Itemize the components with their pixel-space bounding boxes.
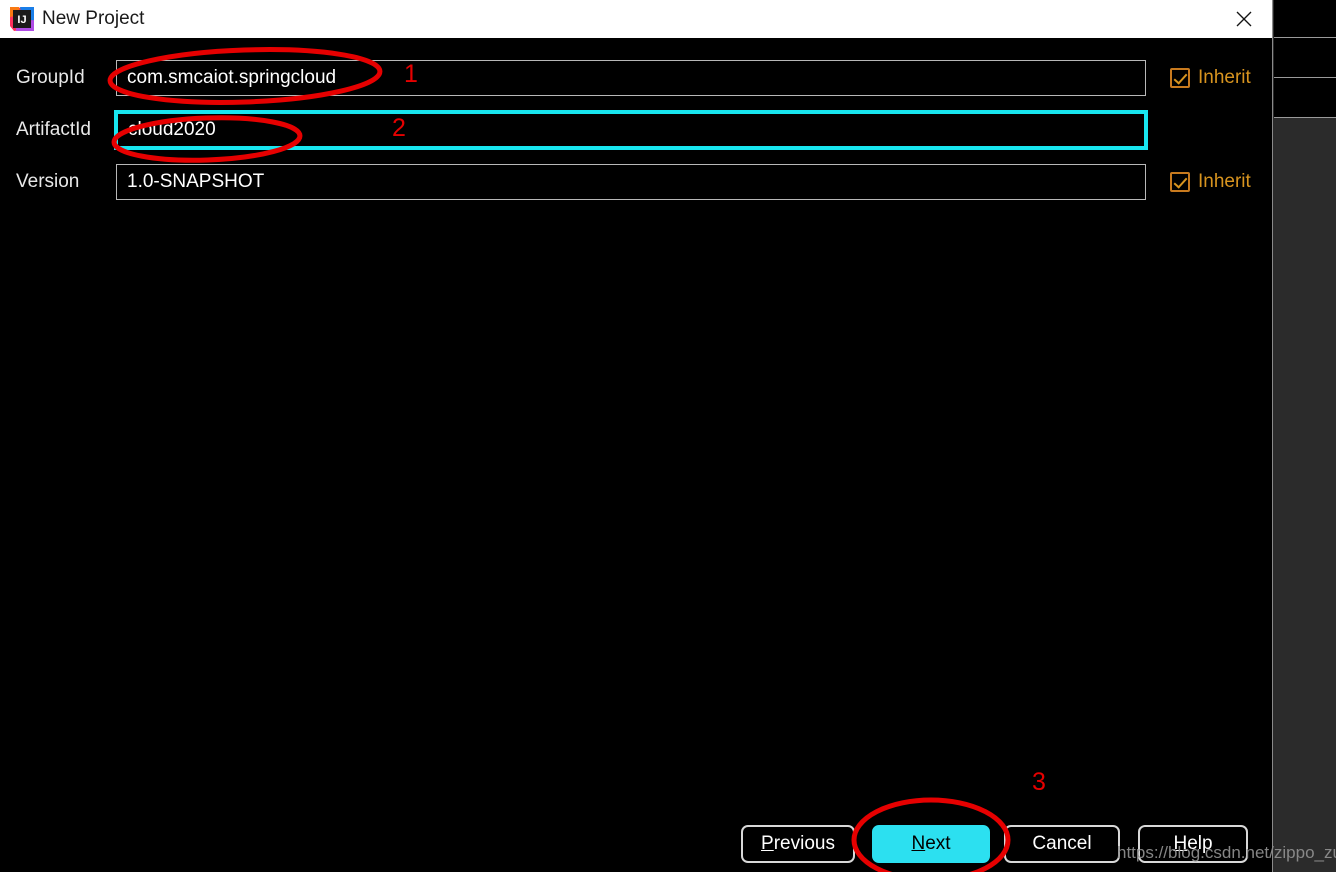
form-row-artifactid: ArtifactId (0, 110, 1272, 150)
dialog-title: New Project (42, 8, 145, 29)
artifactid-label: ArtifactId (16, 119, 91, 140)
cancel-button[interactable]: Cancel (1004, 825, 1120, 863)
screenshot-root: IJ New Project GroupId Inherit (0, 0, 1336, 872)
next-button[interactable]: Next (872, 825, 990, 863)
new-project-dialog: IJ New Project GroupId Inherit (0, 0, 1272, 872)
background-panel-row-1 (1274, 0, 1336, 38)
groupid-inherit-checkbox[interactable]: Inherit (1170, 61, 1251, 95)
dialog-edge-separator (1272, 0, 1273, 872)
groupid-label: GroupId (16, 67, 85, 88)
maven-coordinates-form: GroupId Inherit ArtifactId Version Inher… (0, 40, 1272, 830)
groupid-inherit-label: Inherit (1198, 67, 1251, 88)
version-input[interactable] (116, 164, 1146, 200)
next-mnemonic: N (911, 833, 926, 854)
background-panel-row-2 (1274, 38, 1336, 78)
annotation-marker-1: 1 (404, 60, 418, 88)
previous-mnemonic: P (761, 833, 774, 854)
previous-label: revious (773, 833, 835, 854)
background-ide-window (1272, 0, 1336, 872)
watermark-text: https://blog.csdn.net/zippo_zu (1117, 843, 1336, 862)
cancel-label: Cancel (1032, 833, 1092, 854)
artifactid-input[interactable] (114, 110, 1148, 150)
version-inherit-label: Inherit (1198, 171, 1251, 192)
background-panel-row-3 (1274, 78, 1336, 118)
intellij-idea-icon: IJ (10, 7, 34, 31)
svg-text:IJ: IJ (17, 14, 26, 26)
dialog-button-bar: Previous Next Cancel Help (0, 820, 1272, 872)
form-row-version: Version Inherit (0, 164, 1272, 200)
previous-button[interactable]: Previous (741, 825, 855, 863)
dialog-titlebar: IJ New Project (0, 0, 1272, 38)
form-row-groupid: GroupId Inherit (0, 60, 1272, 96)
annotation-marker-3: 3 (1032, 768, 1046, 796)
close-icon[interactable] (1216, 0, 1272, 38)
groupid-input[interactable] (116, 60, 1146, 96)
version-inherit-checkbox[interactable]: Inherit (1170, 165, 1251, 199)
annotation-marker-2: 2 (392, 114, 406, 142)
checkbox-checked-icon[interactable] (1170, 68, 1190, 88)
next-label: ext (925, 833, 951, 854)
checkbox-checked-icon[interactable] (1170, 172, 1190, 192)
version-label: Version (16, 171, 80, 192)
